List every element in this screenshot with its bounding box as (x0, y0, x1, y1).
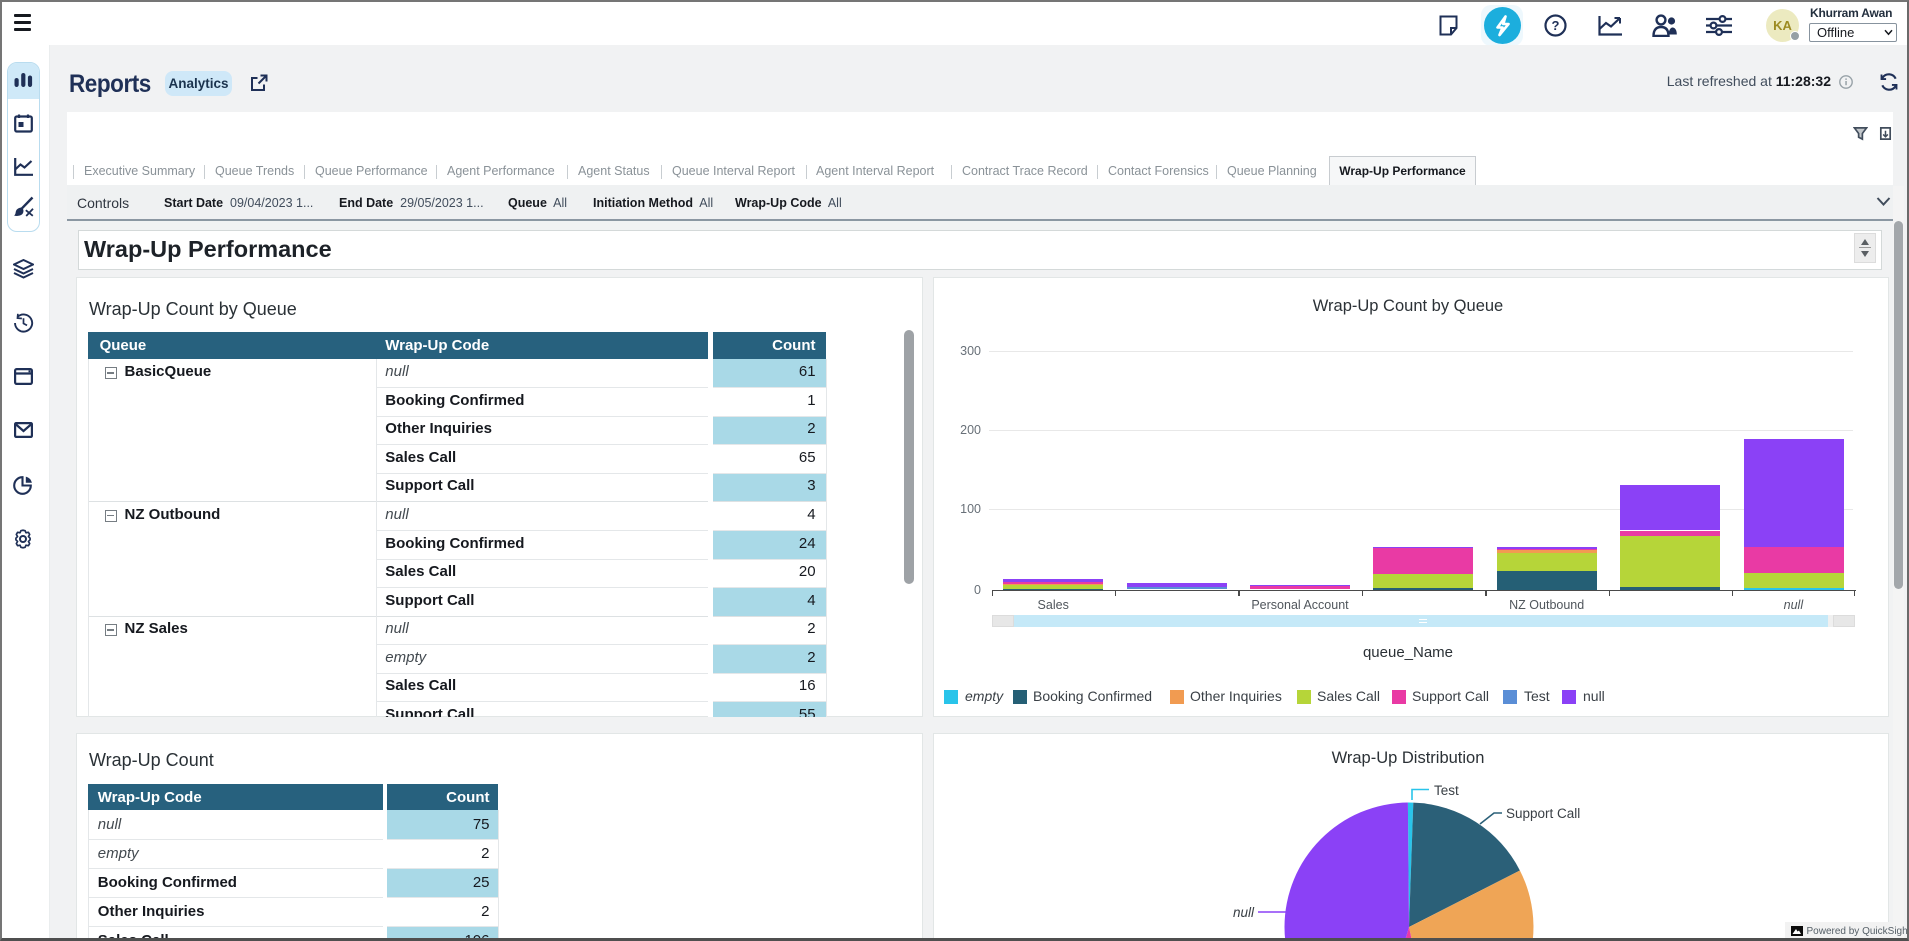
svg-text:?: ? (1552, 18, 1560, 33)
